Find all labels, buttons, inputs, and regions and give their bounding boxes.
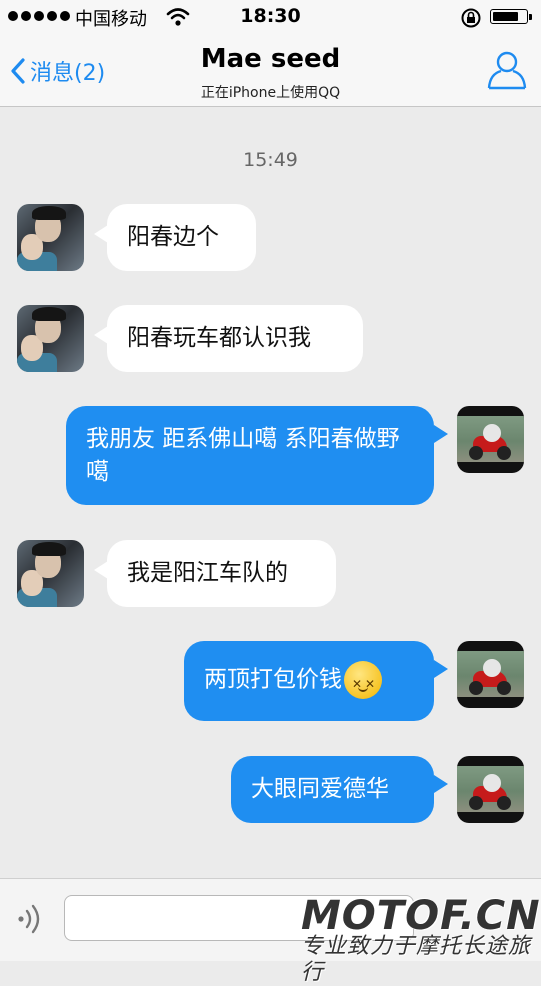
voice-icon [18, 904, 40, 934]
status-bar: 中国移动 18:30 [0, 0, 541, 34]
site-watermark: MOTOF.CN 专业致力于摩托长途旅行 [297, 893, 541, 985]
bubble-tail [434, 660, 448, 678]
contact-avatar[interactable] [17, 540, 84, 607]
watermark-logo: MOTOF.CN [301, 893, 541, 939]
my-avatar[interactable] [457, 641, 524, 708]
my-avatar[interactable] [457, 406, 524, 473]
message-text: 两顶打包价钱 [204, 666, 342, 693]
battery-icon [490, 9, 532, 24]
bubble-tail [434, 775, 448, 793]
message-bubble-incoming[interactable]: 阳春玩车都认识我 [107, 305, 363, 372]
message-bubble-incoming[interactable]: 阳春边个 [107, 204, 256, 271]
contact-avatar[interactable] [17, 204, 84, 271]
profile-button[interactable] [486, 48, 528, 94]
bubble-tail [94, 225, 108, 243]
message-timestamp: 15:49 [243, 149, 298, 171]
message-bubble-incoming[interactable]: 我是阳江车队的 [107, 540, 336, 607]
bubble-tail [94, 561, 108, 579]
bubble-tail [94, 326, 108, 344]
watermark-slogan: 专业致力于摩托长途旅行 [301, 934, 532, 985]
contact-avatar[interactable] [17, 305, 84, 372]
person-icon [487, 51, 527, 90]
dizzy-face-emoji-icon [344, 661, 382, 701]
bubble-tail [434, 425, 448, 443]
message-bubble-outgoing[interactable]: 大眼同爱德华 [231, 756, 434, 823]
contact-status: 正在iPhone上使用QQ [200, 85, 341, 101]
contact-name: Mae seed [200, 44, 341, 74]
message-bubble-outgoing[interactable]: 我朋友 距系佛山噶 系阳春做野噶 [66, 406, 434, 505]
nav-bar: 消息(2) Mae seed 正在iPhone上使用QQ [0, 34, 541, 107]
chat-area[interactable]: 15:49 阳春边个 阳春玩车都认识我 我朋友 距系佛山噶 系阳春做野噶 我是阳… [0, 107, 541, 878]
voice-input-button[interactable] [16, 901, 48, 941]
rotation-lock-icon [460, 7, 482, 33]
message-bubble-outgoing[interactable]: 两顶打包价钱 [184, 641, 434, 721]
my-avatar[interactable] [457, 756, 524, 823]
